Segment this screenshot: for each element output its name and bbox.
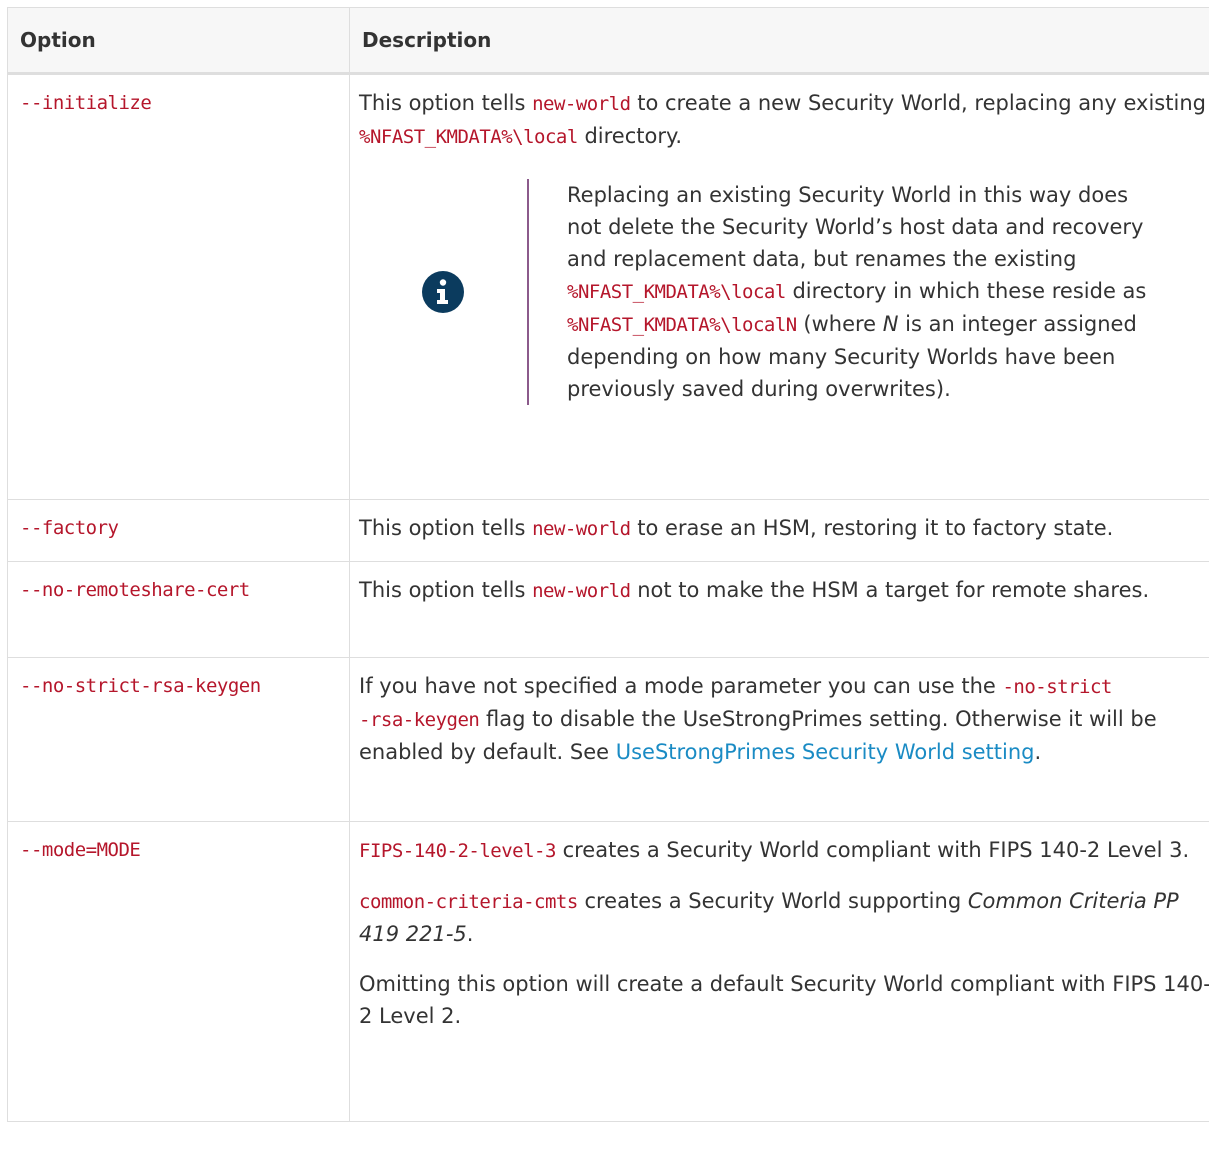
text: Replacing an existing Security World in … bbox=[567, 183, 1144, 271]
text: This option tells bbox=[359, 91, 533, 115]
text: This option tells bbox=[359, 516, 533, 540]
description-paragraph: Omitting this option will create a defau… bbox=[359, 972, 1209, 1028]
code-new-world: new-world bbox=[532, 93, 631, 115]
option-no-strict-rsa-keygen: --no-strict-rsa-keygen bbox=[20, 675, 261, 697]
table-header-row: Option Description bbox=[7, 7, 1209, 75]
description-paragraph: common-criteria-cmts creates a Security … bbox=[359, 885, 1209, 950]
text: directory. bbox=[577, 124, 683, 148]
option-cell: --factory bbox=[7, 499, 350, 562]
description-cell: If you have not specified a mode paramet… bbox=[349, 657, 1209, 822]
table-row: --mode=MODE FIPS-140-2-level-3 creates a… bbox=[7, 821, 1209, 1122]
text: to erase an HSM, restoring it to factory… bbox=[630, 516, 1114, 540]
code-new-world: new-world bbox=[532, 580, 631, 602]
text: directory in which these reside as bbox=[785, 279, 1147, 303]
code-kmdata-local: %NFAST_KMDATA%\local bbox=[359, 126, 578, 148]
text: This option tells bbox=[359, 578, 533, 602]
header-description: Description bbox=[349, 7, 1209, 75]
option-cell: --initialize bbox=[7, 73, 350, 500]
code-no-strict: -no-strict bbox=[1002, 676, 1112, 698]
text: . bbox=[466, 922, 474, 946]
text: (where bbox=[796, 312, 883, 336]
option-factory: --factory bbox=[20, 517, 119, 539]
description-paragraph: This option tells new-world to create a … bbox=[359, 87, 1209, 153]
usestrongprimes-link[interactable]: UseStrongPrimes Security World setting bbox=[616, 740, 1035, 764]
note-content: Replacing an existing Security World in … bbox=[527, 179, 1157, 405]
option-initialize: --initialize bbox=[20, 92, 152, 114]
description-paragraph: FIPS-140-2-level-3 creates a Security Wo… bbox=[359, 834, 1209, 867]
option-mode: --mode=MODE bbox=[20, 839, 141, 861]
description-cell: FIPS-140-2-level-3 creates a Security Wo… bbox=[349, 821, 1209, 1122]
option-cell: --mode=MODE bbox=[7, 821, 350, 1122]
info-note: Replacing an existing Security World in … bbox=[359, 179, 1209, 405]
emphasis: N bbox=[882, 312, 899, 336]
description-cell: This option tells new-world not to make … bbox=[349, 561, 1209, 658]
options-table: Option Description --initialize This opt… bbox=[7, 7, 1209, 1122]
option-cell: --no-strict-rsa-keygen bbox=[7, 657, 350, 822]
description-cell: This option tells new-world to create a … bbox=[349, 73, 1209, 500]
text: creates a Security World compliant with … bbox=[555, 838, 1190, 862]
option-cell: --no-remoteshare-cert bbox=[7, 561, 350, 658]
text: not to make the HSM a target for remote … bbox=[630, 578, 1150, 602]
note-icon-column bbox=[359, 179, 527, 405]
text: creates a Security World supporting bbox=[577, 889, 968, 913]
code-rsa-keygen: -rsa-keygen bbox=[359, 709, 480, 731]
text: . bbox=[1034, 740, 1042, 764]
code-kmdata-localn: %NFAST_KMDATA%\localN bbox=[567, 314, 797, 336]
description-paragraph: If you have not specified a mode paramet… bbox=[359, 670, 1209, 768]
description-paragraph: This option tells new-world not to make … bbox=[359, 574, 1209, 607]
note-paragraph: Replacing an existing Security World in … bbox=[567, 179, 1157, 405]
info-icon bbox=[422, 271, 464, 313]
table-row: --factory This option tells new-world to… bbox=[7, 499, 1209, 562]
description-cell: This option tells new-world to erase an … bbox=[349, 499, 1209, 562]
text: If you have not specified a mode paramet… bbox=[359, 674, 1003, 698]
option-no-remoteshare-cert: --no-remoteshare-cert bbox=[20, 579, 250, 601]
description-paragraph: This option tells new-world to erase an … bbox=[359, 512, 1209, 545]
text: to create a new Security World, replacin… bbox=[630, 91, 1206, 115]
code-common-criteria-cmts: common-criteria-cmts bbox=[359, 891, 578, 913]
code-new-world: new-world bbox=[532, 518, 631, 540]
table-row: --no-remoteshare-cert This option tells … bbox=[7, 561, 1209, 658]
code-fips-level-3: FIPS-140-2-level-3 bbox=[359, 840, 556, 862]
header-option: Option bbox=[7, 7, 350, 75]
code-kmdata-local: %NFAST_KMDATA%\local bbox=[567, 281, 786, 303]
table-row: --initialize This option tells new-world… bbox=[7, 73, 1209, 500]
table-row: --no-strict-rsa-keygen If you have not s… bbox=[7, 657, 1209, 822]
